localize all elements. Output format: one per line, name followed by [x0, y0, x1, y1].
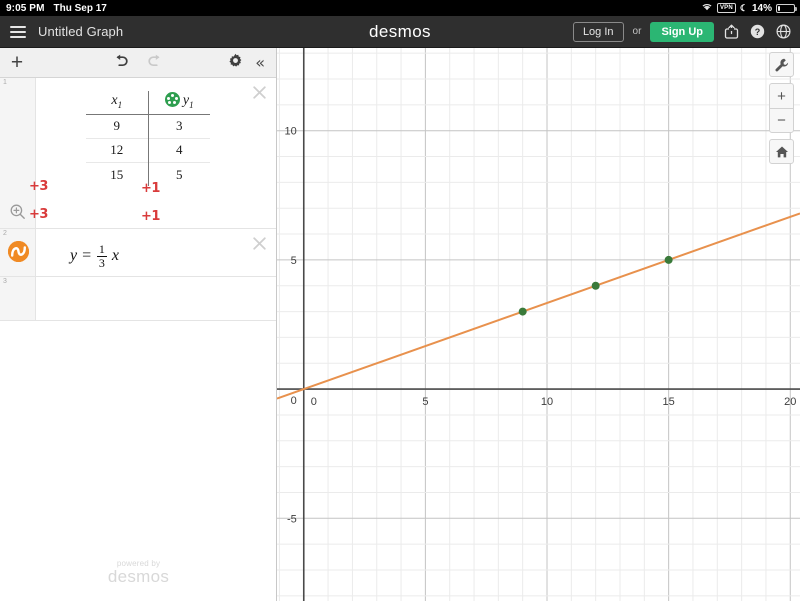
cell-x[interactable]: 15: [86, 161, 149, 187]
curve-style-icon[interactable]: [8, 241, 29, 262]
ios-status-bar: 9:05 PM Thu Sep 17 VPN ☾ 14%: [0, 0, 800, 16]
cell-x[interactable]: 9: [86, 114, 149, 139]
x-tick-label: 5: [422, 396, 428, 408]
close-icon[interactable]: [252, 85, 267, 100]
zoom-button-stack: + −: [769, 83, 794, 133]
data-point: [591, 281, 600, 290]
page-title[interactable]: Untitled Graph: [38, 24, 123, 39]
help-icon[interactable]: ?: [749, 23, 766, 40]
row-gutter-1: 1: [0, 78, 36, 228]
table-row[interactable]: 12 4: [86, 137, 210, 163]
data-point: [664, 255, 673, 264]
desmos-calculator-window: 9:05 PM Thu Sep 17 VPN ☾ 14% Untitled Gr…: [0, 0, 800, 601]
expression-toolbar: + «: [0, 48, 276, 78]
redo-arrow-icon[interactable]: [146, 54, 163, 72]
moon-icon: ☾: [739, 2, 748, 13]
data-table[interactable]: x1 y1 9 3 12 4 15 5: [86, 91, 210, 187]
status-indicators: VPN ☾ 14%: [701, 2, 797, 14]
x-tick-label: 10: [541, 396, 553, 408]
column-header-y[interactable]: y1: [148, 91, 210, 115]
equation-variable: x: [111, 247, 120, 265]
data-point: [518, 307, 527, 316]
cell-y[interactable]: 4: [148, 137, 210, 163]
graph-canvas[interactable]: 0 5 10 15 20 10 5 -5 0 + −: [277, 48, 800, 601]
row-number: 2: [3, 230, 7, 237]
expression-row-empty[interactable]: 3: [0, 277, 276, 321]
table-row[interactable]: 9 3: [86, 114, 210, 139]
vpn-badge: VPN: [716, 3, 736, 13]
annotation-x-step-2: +3: [29, 207, 48, 222]
account-actions: Log In or Sign Up ?: [572, 21, 792, 42]
cell-y[interactable]: 3: [148, 114, 210, 138]
y-tick-label: 10: [285, 126, 297, 138]
zoom-out-button[interactable]: −: [769, 108, 794, 133]
graph-plot[interactable]: 0 5 10 15 20 10 5 -5 0: [277, 48, 800, 601]
status-time: 9:05 PM: [6, 2, 45, 14]
fraction-denominator: 3: [96, 255, 107, 270]
annotation-y-step-2: +1: [141, 209, 160, 224]
sign-up-button[interactable]: Sign Up: [650, 21, 714, 42]
log-in-button[interactable]: Log In: [572, 21, 624, 42]
globe-icon[interactable]: [775, 23, 792, 40]
column-header-x[interactable]: x1: [86, 91, 149, 115]
equation-expression[interactable]: y = 1 3 x: [70, 243, 276, 269]
powered-by-desmos-watermark: powered by desmos: [0, 559, 276, 587]
row-gutter-3: 3: [0, 277, 36, 320]
row-number: 3: [3, 278, 7, 285]
y-tick-label: 5: [291, 255, 297, 267]
x-tick-label: 15: [663, 396, 675, 408]
toolbar-right-group: «: [228, 53, 265, 73]
expression-row-equation[interactable]: 2 y = 1 3 x: [0, 229, 276, 277]
watermark-line-1: powered by: [116, 559, 161, 568]
home-icon[interactable]: [769, 139, 794, 164]
equation-body: y = 1 3 x: [36, 229, 276, 276]
gear-icon[interactable]: [228, 53, 243, 73]
row-number: 1: [3, 79, 7, 86]
wifi-icon: [701, 2, 713, 14]
zoom-fit-icon[interactable]: [9, 203, 26, 220]
fraction-numerator: 1: [98, 242, 105, 256]
graph-controls: + −: [769, 52, 794, 164]
wrench-icon[interactable]: [769, 52, 794, 77]
zoom-in-button[interactable]: +: [769, 83, 794, 108]
annotation-x-step-1: +3: [29, 179, 48, 194]
battery-percent: 14%: [751, 2, 772, 14]
row-gutter-2: 2: [0, 229, 36, 276]
equation-lhs: y: [70, 247, 78, 265]
battery-icon: [776, 3, 797, 13]
expression-list: 1 x1 y1 9 3 12 4 15 5 2 y = 1 3 x 3: [0, 78, 276, 321]
table-header-row: x1 y1: [86, 91, 210, 115]
add-expression-button[interactable]: +: [0, 52, 34, 73]
x-tick-label: 20: [784, 396, 796, 408]
svg-text:?: ?: [755, 27, 761, 37]
line-series: [277, 212, 800, 400]
empty-expression-body[interactable]: [36, 277, 276, 320]
share-icon[interactable]: [723, 23, 740, 40]
fraction: 1 3: [96, 242, 107, 270]
point-style-icon[interactable]: [164, 92, 180, 107]
origin-label: 0: [291, 395, 297, 407]
cell-x[interactable]: 12: [86, 137, 149, 163]
collapse-panel-button[interactable]: «: [255, 54, 265, 71]
equation-equals: =: [81, 247, 92, 265]
table-body: x1 y1 9 3 12 4 15 5: [36, 78, 276, 228]
x-tick-label: 0: [311, 396, 317, 408]
expression-panel: + « 1 x1 y1 9 3 12 4 15 5 2 y = 1 3 x 3 …: [0, 48, 277, 601]
top-navigation-bar: Untitled Graph desmos Log In or Sign Up …: [0, 16, 800, 48]
hamburger-menu-icon[interactable]: [10, 25, 26, 38]
status-date: Thu Sep 17: [53, 2, 107, 14]
undo-arrow-icon[interactable]: [113, 54, 130, 72]
watermark-line-2: desmos: [107, 567, 170, 586]
y-tick-label: -5: [287, 513, 297, 525]
or-label: or: [632, 26, 642, 37]
undo-redo-group: [113, 54, 163, 72]
annotation-y-step-1: +1: [141, 181, 160, 196]
close-icon[interactable]: [252, 236, 267, 251]
